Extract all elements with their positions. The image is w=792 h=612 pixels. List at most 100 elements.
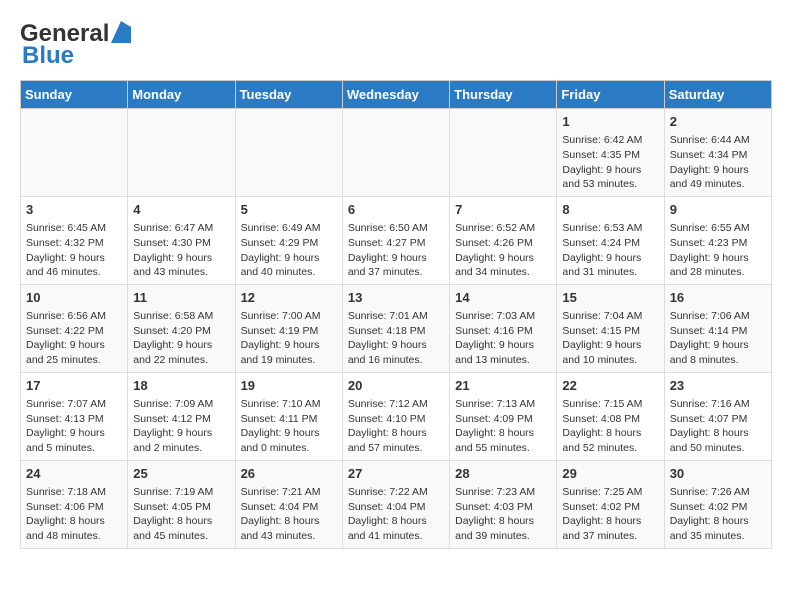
day-number: 24: [26, 465, 122, 483]
day-info: Sunrise: 7:09 AM: [133, 397, 229, 412]
calendar-cell: 30Sunrise: 7:26 AMSunset: 4:02 PMDayligh…: [664, 460, 771, 548]
day-info: Sunrise: 7:10 AM: [241, 397, 337, 412]
day-info: Daylight: 9 hours and 46 minutes.: [26, 251, 122, 280]
day-info: Daylight: 9 hours and 10 minutes.: [562, 338, 658, 367]
calendar-cell: 4Sunrise: 6:47 AMSunset: 4:30 PMDaylight…: [128, 196, 235, 284]
day-info: Sunrise: 6:42 AM: [562, 133, 658, 148]
calendar-cell: [21, 109, 128, 197]
day-info: Daylight: 8 hours and 45 minutes.: [133, 514, 229, 543]
weekday-header-friday: Friday: [557, 81, 664, 109]
day-info: Sunset: 4:19 PM: [241, 324, 337, 339]
day-info: Daylight: 9 hours and 31 minutes.: [562, 251, 658, 280]
day-info: Sunrise: 7:26 AM: [670, 485, 766, 500]
calendar-cell: 23Sunrise: 7:16 AMSunset: 4:07 PMDayligh…: [664, 372, 771, 460]
day-info: Daylight: 9 hours and 28 minutes.: [670, 251, 766, 280]
day-info: Sunset: 4:29 PM: [241, 236, 337, 251]
day-info: Sunset: 4:27 PM: [348, 236, 444, 251]
day-info: Daylight: 9 hours and 8 minutes.: [670, 338, 766, 367]
day-info: Sunset: 4:22 PM: [26, 324, 122, 339]
day-info: Daylight: 8 hours and 39 minutes.: [455, 514, 551, 543]
calendar-cell: 2Sunrise: 6:44 AMSunset: 4:34 PMDaylight…: [664, 109, 771, 197]
day-info: Sunrise: 6:52 AM: [455, 221, 551, 236]
day-info: Daylight: 8 hours and 43 minutes.: [241, 514, 337, 543]
day-info: Sunset: 4:23 PM: [670, 236, 766, 251]
day-number: 10: [26, 289, 122, 307]
day-info: Daylight: 9 hours and 0 minutes.: [241, 426, 337, 455]
day-info: Daylight: 9 hours and 53 minutes.: [562, 163, 658, 192]
day-info: Sunrise: 6:47 AM: [133, 221, 229, 236]
calendar-cell: 5Sunrise: 6:49 AMSunset: 4:29 PMDaylight…: [235, 196, 342, 284]
day-info: Daylight: 8 hours and 52 minutes.: [562, 426, 658, 455]
calendar-cell: 20Sunrise: 7:12 AMSunset: 4:10 PMDayligh…: [342, 372, 449, 460]
day-info: Sunrise: 7:01 AM: [348, 309, 444, 324]
day-info: Daylight: 9 hours and 34 minutes.: [455, 251, 551, 280]
day-info: Daylight: 9 hours and 40 minutes.: [241, 251, 337, 280]
calendar-cell: 9Sunrise: 6:55 AMSunset: 4:23 PMDaylight…: [664, 196, 771, 284]
logo-icon: [111, 21, 131, 43]
logo-blue: Blue: [22, 42, 74, 70]
day-number: 28: [455, 465, 551, 483]
day-info: Sunset: 4:24 PM: [562, 236, 658, 251]
day-info: Sunset: 4:35 PM: [562, 148, 658, 163]
day-info: Sunrise: 7:16 AM: [670, 397, 766, 412]
weekday-header-saturday: Saturday: [664, 81, 771, 109]
day-info: Sunrise: 6:45 AM: [26, 221, 122, 236]
calendar-cell: [342, 109, 449, 197]
day-info: Daylight: 9 hours and 2 minutes.: [133, 426, 229, 455]
calendar-cell: 17Sunrise: 7:07 AMSunset: 4:13 PMDayligh…: [21, 372, 128, 460]
day-info: Sunrise: 6:56 AM: [26, 309, 122, 324]
day-info: Sunrise: 7:13 AM: [455, 397, 551, 412]
day-info: Daylight: 8 hours and 55 minutes.: [455, 426, 551, 455]
day-info: Sunset: 4:06 PM: [26, 500, 122, 515]
day-info: Sunset: 4:34 PM: [670, 148, 766, 163]
day-info: Sunset: 4:32 PM: [26, 236, 122, 251]
day-info: Sunrise: 6:50 AM: [348, 221, 444, 236]
calendar-cell: 7Sunrise: 6:52 AMSunset: 4:26 PMDaylight…: [450, 196, 557, 284]
day-number: 17: [26, 377, 122, 395]
day-number: 13: [348, 289, 444, 307]
day-number: 6: [348, 201, 444, 219]
day-number: 18: [133, 377, 229, 395]
calendar-cell: 18 Sunrise: 7:09 AMSunset: 4:12 PMDayligh…: [128, 372, 235, 460]
day-info: Sunset: 4:08 PM: [562, 412, 658, 427]
calendar-cell: 8Sunrise: 6:53 AMSunset: 4:24 PMDaylight…: [557, 196, 664, 284]
day-number: 27: [348, 465, 444, 483]
day-number: 19: [241, 377, 337, 395]
day-info: Sunset: 4:12 PM: [133, 412, 229, 427]
day-info: Sunrise: 6:49 AM: [241, 221, 337, 236]
day-info: Sunrise: 6:58 AM: [133, 309, 229, 324]
calendar-cell: 24Sunrise: 7:18 AMSunset: 4:06 PMDayligh…: [21, 460, 128, 548]
day-number: 20: [348, 377, 444, 395]
day-number: 8: [562, 201, 658, 219]
weekday-header-wednesday: Wednesday: [342, 81, 449, 109]
calendar-cell: 6Sunrise: 6:50 AMSunset: 4:27 PMDaylight…: [342, 196, 449, 284]
day-info: Sunset: 4:04 PM: [348, 500, 444, 515]
day-info: Sunrise: 6:44 AM: [670, 133, 766, 148]
day-info: Sunset: 4:09 PM: [455, 412, 551, 427]
calendar-cell: 13Sunrise: 7:01 AMSunset: 4:18 PMDayligh…: [342, 284, 449, 372]
day-number: 22: [562, 377, 658, 395]
day-number: 29: [562, 465, 658, 483]
day-number: 11: [133, 289, 229, 307]
day-info: Sunset: 4:02 PM: [670, 500, 766, 515]
calendar-cell: [450, 109, 557, 197]
day-number: 4: [133, 201, 229, 219]
day-info: Sunrise: 7:23 AM: [455, 485, 551, 500]
day-info: Sunset: 4:05 PM: [133, 500, 229, 515]
day-number: 1: [562, 113, 658, 131]
calendar-cell: 19Sunrise: 7:10 AMSunset: 4:11 PMDayligh…: [235, 372, 342, 460]
day-info: Sunset: 4:16 PM: [455, 324, 551, 339]
calendar-cell: 11Sunrise: 6:58 AMSunset: 4:20 PMDayligh…: [128, 284, 235, 372]
day-info: Sunrise: 6:55 AM: [670, 221, 766, 236]
day-info: Sunset: 4:26 PM: [455, 236, 551, 251]
day-info: Sunset: 4:18 PM: [348, 324, 444, 339]
day-info: Daylight: 8 hours and 50 minutes.: [670, 426, 766, 455]
day-info: Sunset: 4:02 PM: [562, 500, 658, 515]
calendar-week-2: 3Sunrise: 6:45 AMSunset: 4:32 PMDaylight…: [21, 196, 772, 284]
calendar-cell: [128, 109, 235, 197]
day-info: Daylight: 9 hours and 22 minutes.: [133, 338, 229, 367]
calendar-week-3: 10 Sunrise: 6:56 AMSunset: 4:22 PM Dayligh…: [21, 284, 772, 372]
day-info: Daylight: 9 hours and 49 minutes.: [670, 163, 766, 192]
calendar-cell: [235, 109, 342, 197]
day-info: Sunrise: 7:07 AM: [26, 397, 122, 412]
